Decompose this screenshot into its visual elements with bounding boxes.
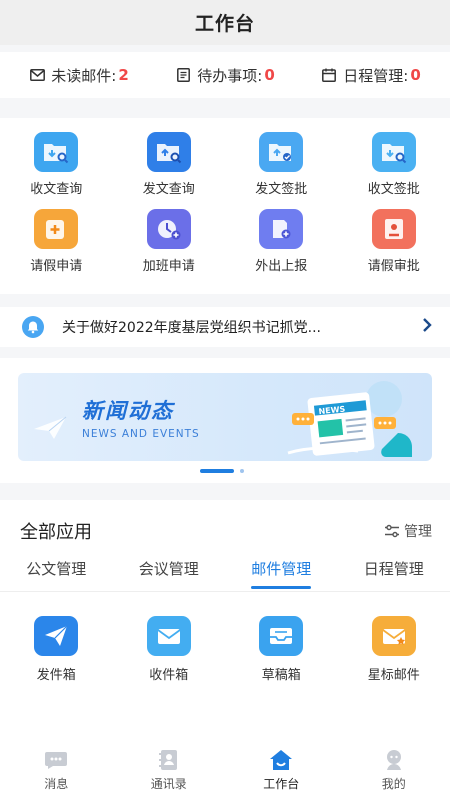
stat-count: 2	[118, 66, 129, 84]
quick-item-outgoing-query[interactable]: 发文查询	[113, 132, 226, 197]
top-bar: 工作台	[0, 0, 450, 45]
tab-mail-management[interactable]: 邮件管理	[251, 556, 312, 591]
quick-item-label: 发文查询	[142, 182, 195, 197]
notice-bar[interactable]: 关于做好2022年度基层党组织书记抓党...	[0, 307, 450, 347]
quick-item-label: 外出上报	[255, 259, 308, 274]
pagination-dot[interactable]	[240, 469, 244, 473]
stat-count: 0	[264, 66, 275, 84]
profile-icon	[382, 749, 406, 771]
app-starred-mail[interactable]: 星标邮件	[338, 616, 450, 683]
folder-upload-search-icon	[146, 132, 191, 172]
tab-document-management[interactable]: 公文管理	[26, 556, 86, 591]
tabbar-label: 通讯录	[150, 776, 187, 791]
app-label: 收件箱	[149, 668, 189, 683]
tabbar-label: 工作台	[263, 776, 300, 791]
paper-plane-icon	[34, 616, 79, 656]
quick-item-outing-report[interactable]: 外出上报	[225, 209, 338, 274]
inbox-icon	[146, 616, 191, 656]
news-banner[interactable]: 新闻动态 NEWS AND EVENTS NEWS	[18, 373, 432, 461]
banner-pagination	[200, 469, 244, 473]
app-label: 星标邮件	[367, 668, 420, 683]
chevron-right-icon	[422, 317, 432, 337]
quick-item-label: 收文查询	[30, 182, 83, 197]
quick-actions-panel: 收文查询 发文查询 发文签批 收文签批 请假申请 加班申请 外出上报 请假审批	[0, 118, 450, 294]
folder-review-icon	[371, 132, 416, 172]
apps-title: 全部应用	[20, 522, 92, 543]
quick-item-overtime-apply[interactable]: 加班申请	[113, 209, 226, 274]
contacts-icon	[157, 749, 181, 771]
chat-icon	[44, 749, 68, 771]
page-title: 工作台	[194, 13, 255, 35]
quick-item-label: 加班申请	[142, 259, 195, 274]
app-label: 草稿箱	[261, 668, 301, 683]
quick-item-leave-apply[interactable]: 请假申请	[0, 209, 113, 274]
stat-schedule[interactable]: 日程管理: 0	[321, 65, 421, 86]
tab-schedule-management[interactable]: 日程管理	[364, 556, 424, 591]
tabbar-contacts[interactable]: 通讯录	[129, 749, 209, 792]
quick-item-label: 请假申请	[30, 259, 83, 274]
newspaper-illustration-icon: NEWS	[287, 381, 412, 457]
stat-label: 未读邮件:	[51, 66, 117, 85]
outing-report-icon	[259, 209, 304, 249]
leave-approve-icon	[371, 209, 416, 249]
banner-subtitle: NEWS AND EVENTS	[82, 428, 200, 440]
apps-tabs: 公文管理 会议管理 邮件管理 日程管理	[0, 556, 450, 592]
stat-label: 待办事项:	[197, 66, 263, 85]
banner-title: 新闻动态	[82, 399, 174, 423]
folder-sign-icon	[259, 132, 304, 172]
paper-plane-decoration-icon	[34, 416, 67, 439]
app-label: 发件箱	[36, 668, 76, 683]
tabbar-label: 消息	[44, 776, 69, 791]
bottom-tab-bar: 消息 通讯录 工作台 我的	[0, 740, 450, 800]
leave-apply-icon	[34, 209, 79, 249]
quick-item-leave-approve[interactable]: 请假审批	[338, 209, 450, 274]
quick-item-label: 发文签批	[255, 182, 308, 197]
sliders-icon	[385, 524, 399, 538]
tab-meeting-management[interactable]: 会议管理	[139, 556, 199, 591]
stat-todo[interactable]: 待办事项: 0	[175, 65, 275, 86]
tabbar-profile[interactable]: 我的	[354, 749, 434, 792]
app-drafts[interactable]: 草稿箱	[225, 616, 338, 683]
manage-button[interactable]: 管理	[384, 521, 432, 541]
home-icon	[269, 749, 293, 771]
bell-icon	[22, 316, 44, 338]
quick-item-label: 收文签批	[367, 182, 420, 197]
list-icon	[175, 67, 191, 83]
stat-count: 0	[410, 66, 421, 84]
mail-icon	[29, 67, 45, 83]
app-outbox[interactable]: 发件箱	[0, 616, 113, 683]
news-banner-section: 新闻动态 NEWS AND EVENTS NEWS	[0, 358, 450, 483]
tabbar-label: 我的	[381, 776, 406, 791]
manage-label: 管理	[404, 524, 432, 540]
stat-unread-mail[interactable]: 未读邮件: 2	[29, 65, 129, 86]
quick-item-outgoing-sign[interactable]: 发文签批	[225, 132, 338, 197]
overtime-clock-icon	[146, 209, 191, 249]
stats-bar: 未读邮件: 2 待办事项: 0 日程管理: 0	[0, 52, 450, 98]
drafts-icon	[259, 616, 304, 656]
quick-item-incoming-sign[interactable]: 收文签批	[338, 132, 450, 197]
pagination-dot-active[interactable]	[200, 469, 234, 473]
star-mail-icon	[371, 616, 416, 656]
app-inbox[interactable]: 收件箱	[113, 616, 226, 683]
quick-item-label: 请假审批	[367, 259, 420, 274]
quick-item-incoming-query[interactable]: 收文查询	[0, 132, 113, 197]
calendar-icon	[321, 67, 337, 83]
notice-text: 关于做好2022年度基层党组织书记抓党...	[62, 320, 321, 336]
stat-label: 日程管理:	[343, 66, 409, 85]
folder-search-icon	[34, 132, 79, 172]
tabbar-workbench[interactable]: 工作台	[241, 749, 321, 792]
tabbar-messages[interactable]: 消息	[16, 749, 96, 792]
